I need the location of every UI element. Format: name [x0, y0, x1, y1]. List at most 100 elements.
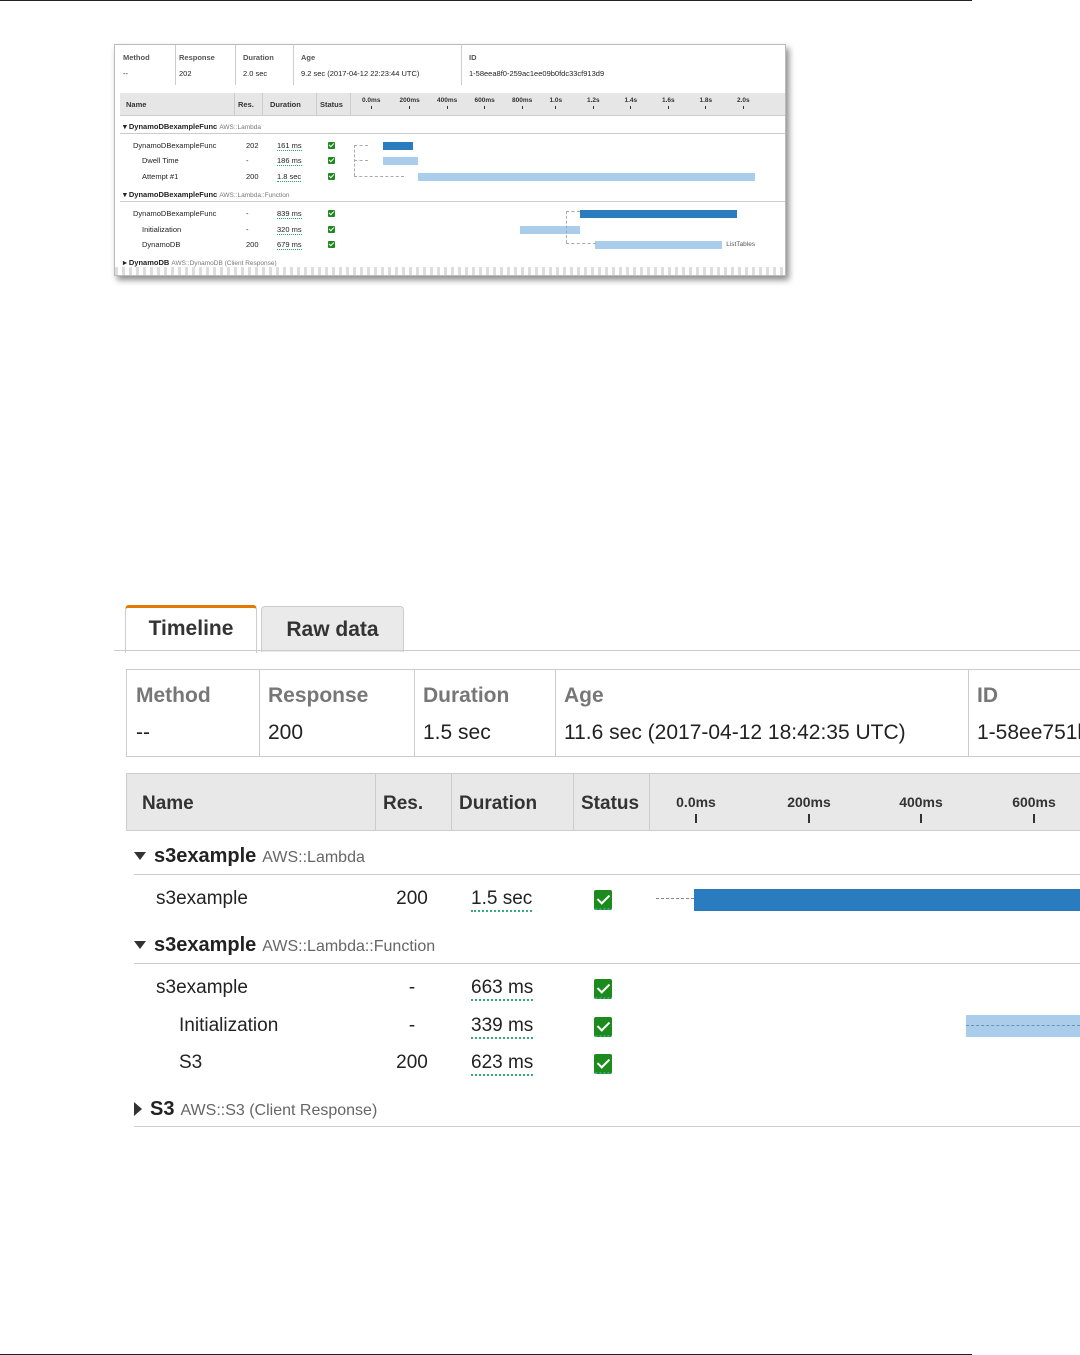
row-response: 200	[396, 1052, 428, 1073]
summary-response-header: Response	[268, 684, 369, 707]
segment-group-header[interactable]: s3example AWS::Lambda::Function	[134, 934, 435, 957]
mini-timeline-tick: 0.0ms	[362, 97, 380, 109]
mini-col-divider	[234, 93, 235, 115]
row-name[interactable]: S3	[179, 1052, 202, 1074]
timeline-tick: 400ms	[881, 794, 961, 823]
trace-summary: Method -- Response 200 Duration 1.5 sec …	[126, 669, 1080, 757]
mini-timeline-bar[interactable]	[383, 157, 418, 165]
col-res[interactable]: Res.	[383, 793, 423, 815]
mini-row-name[interactable]: DynamoDBexampleFunc	[133, 209, 216, 218]
mini-age-header: Age	[301, 53, 316, 62]
mini-row-duration[interactable]: 320 ms	[277, 225, 302, 235]
mini-timeline-tick: 1.8s	[700, 97, 712, 109]
row-duration[interactable]: 339 ms	[471, 1015, 534, 1039]
mini-status-ok-icon	[328, 210, 335, 217]
mini-age-value: 9.2 sec (2017-04-12 22:23:44 UTC)	[301, 69, 420, 78]
mini-timeline-bar[interactable]	[579, 210, 738, 218]
timeline-bar[interactable]	[966, 1015, 1080, 1037]
mini-col-divider	[350, 93, 351, 115]
mini-method-header: Method	[123, 53, 150, 62]
mini-timeline-bar[interactable]	[594, 241, 723, 249]
mini-row-response: 200	[246, 172, 259, 181]
expand-triangle-icon[interactable]	[134, 1101, 142, 1116]
mini-method-value: --	[123, 69, 128, 78]
mini-status-ok-icon	[328, 142, 335, 149]
mini-bar-label: ListTables	[726, 241, 756, 248]
tab-timeline[interactable]: Timeline	[125, 605, 257, 653]
mini-col-status: Status	[320, 100, 343, 109]
summary-duration-cell: Duration 1.5 sec	[414, 670, 556, 756]
mini-col-name: Name	[126, 100, 147, 109]
mini-status-ok-icon	[328, 173, 335, 180]
col-duration[interactable]: Duration	[459, 793, 537, 815]
mini-status-ok-icon	[328, 241, 335, 248]
mini-age-cell: Age 9.2 sec (2017-04-12 22:23:44 UTC)	[293, 45, 462, 85]
mini-connector	[566, 243, 596, 244]
mini-timeline-bar[interactable]	[417, 173, 756, 181]
mini-row-name[interactable]: Dwell Time	[142, 156, 179, 165]
summary-method-cell: Method --	[127, 670, 260, 756]
group-divider	[134, 874, 1080, 875]
mini-row-response: -	[246, 209, 249, 218]
segment-group-header[interactable]: s3example AWS::Lambda	[134, 845, 365, 868]
summary-id-cell: ID 1-58ee751l	[968, 670, 1080, 756]
mini-status-ok-icon	[328, 226, 335, 233]
group-type: AWS::S3 (Client Response)	[180, 1102, 378, 1119]
summary-id-value: 1-58ee751l	[977, 721, 1080, 744]
row-name[interactable]: s3example	[156, 977, 248, 999]
segment-group-header[interactable]: S3 AWS::S3 (Client Response)	[134, 1098, 377, 1121]
mini-row-name[interactable]: Attempt #1	[142, 172, 178, 181]
status-ok-icon	[594, 1017, 612, 1037]
mini-response-value: 202	[179, 69, 192, 78]
mini-row-duration[interactable]: 679 ms	[277, 240, 302, 250]
mini-row-name[interactable]: DynamoDB	[142, 240, 180, 249]
mini-response-cell: Response 202	[171, 45, 236, 85]
col-status[interactable]: Status	[581, 793, 639, 815]
group-name: s3example	[154, 845, 257, 867]
row-name[interactable]: s3example	[156, 888, 248, 910]
mini-timeline-tick: 800ms	[512, 97, 532, 109]
mini-duration-value: 2.0 sec	[243, 69, 268, 78]
mini-row-duration[interactable]: 186 ms	[277, 156, 302, 166]
mini-timeline-tick: 1.2s	[587, 97, 600, 109]
mini-row-duration[interactable]: 1.8 sec	[277, 172, 302, 182]
mini-status-ok-icon	[328, 157, 335, 164]
col-divider	[375, 774, 376, 830]
summary-duration-value: 1.5 sec	[423, 721, 491, 744]
mini-row-name[interactable]: DynamoDBexampleFunc	[133, 141, 216, 150]
group-type: AWS::Lambda::Function	[262, 938, 436, 955]
row-duration[interactable]: 663 ms	[471, 977, 534, 1001]
row-name[interactable]: Initialization	[179, 1015, 278, 1037]
summary-method-header: Method	[136, 684, 211, 707]
mini-row-duration[interactable]: 161 ms	[277, 141, 302, 151]
mini-duration-header: Duration	[243, 53, 274, 62]
col-divider	[649, 774, 650, 830]
summary-age-value: 11.6 sec (2017-04-12 18:42:35 UTC)	[564, 721, 906, 744]
mini-row-response: 202	[246, 141, 259, 150]
tab-raw-data[interactable]: Raw data	[261, 606, 404, 652]
mini-row-duration[interactable]: 839 ms	[277, 209, 302, 219]
mini-row-response: -	[246, 156, 249, 165]
mini-col-divider	[316, 93, 317, 115]
mini-timeline-bar[interactable]	[519, 226, 580, 234]
mini-trace-screenshot: Method -- Response 202 Duration 2.0 sec …	[114, 44, 786, 276]
mini-id-header: ID	[469, 53, 477, 62]
row-duration[interactable]: 623 ms	[471, 1052, 534, 1076]
mini-connector	[354, 176, 404, 177]
tick-label: 600ms	[1012, 794, 1056, 810]
collapse-triangle-icon[interactable]	[134, 851, 146, 860]
row-duration[interactable]: 1.5 sec	[471, 888, 533, 912]
mini-timeline-tick: 2.0s	[737, 97, 750, 109]
mini-row-name[interactable]: Initialization	[142, 225, 181, 234]
timeline-bar[interactable]	[694, 889, 1080, 911]
collapse-triangle-icon[interactable]	[134, 940, 146, 949]
mini-timeline-bar[interactable]	[383, 142, 414, 150]
col-name[interactable]: Name	[142, 793, 194, 815]
timeline-tick: 200ms	[769, 794, 849, 823]
timeline-connector	[966, 1025, 1080, 1026]
col-divider	[573, 774, 574, 830]
summary-method-value: --	[136, 721, 150, 744]
mini-group-divider	[120, 201, 785, 202]
tab-bar-baseline	[114, 650, 1080, 651]
timeline-tick: 600ms	[994, 794, 1074, 823]
